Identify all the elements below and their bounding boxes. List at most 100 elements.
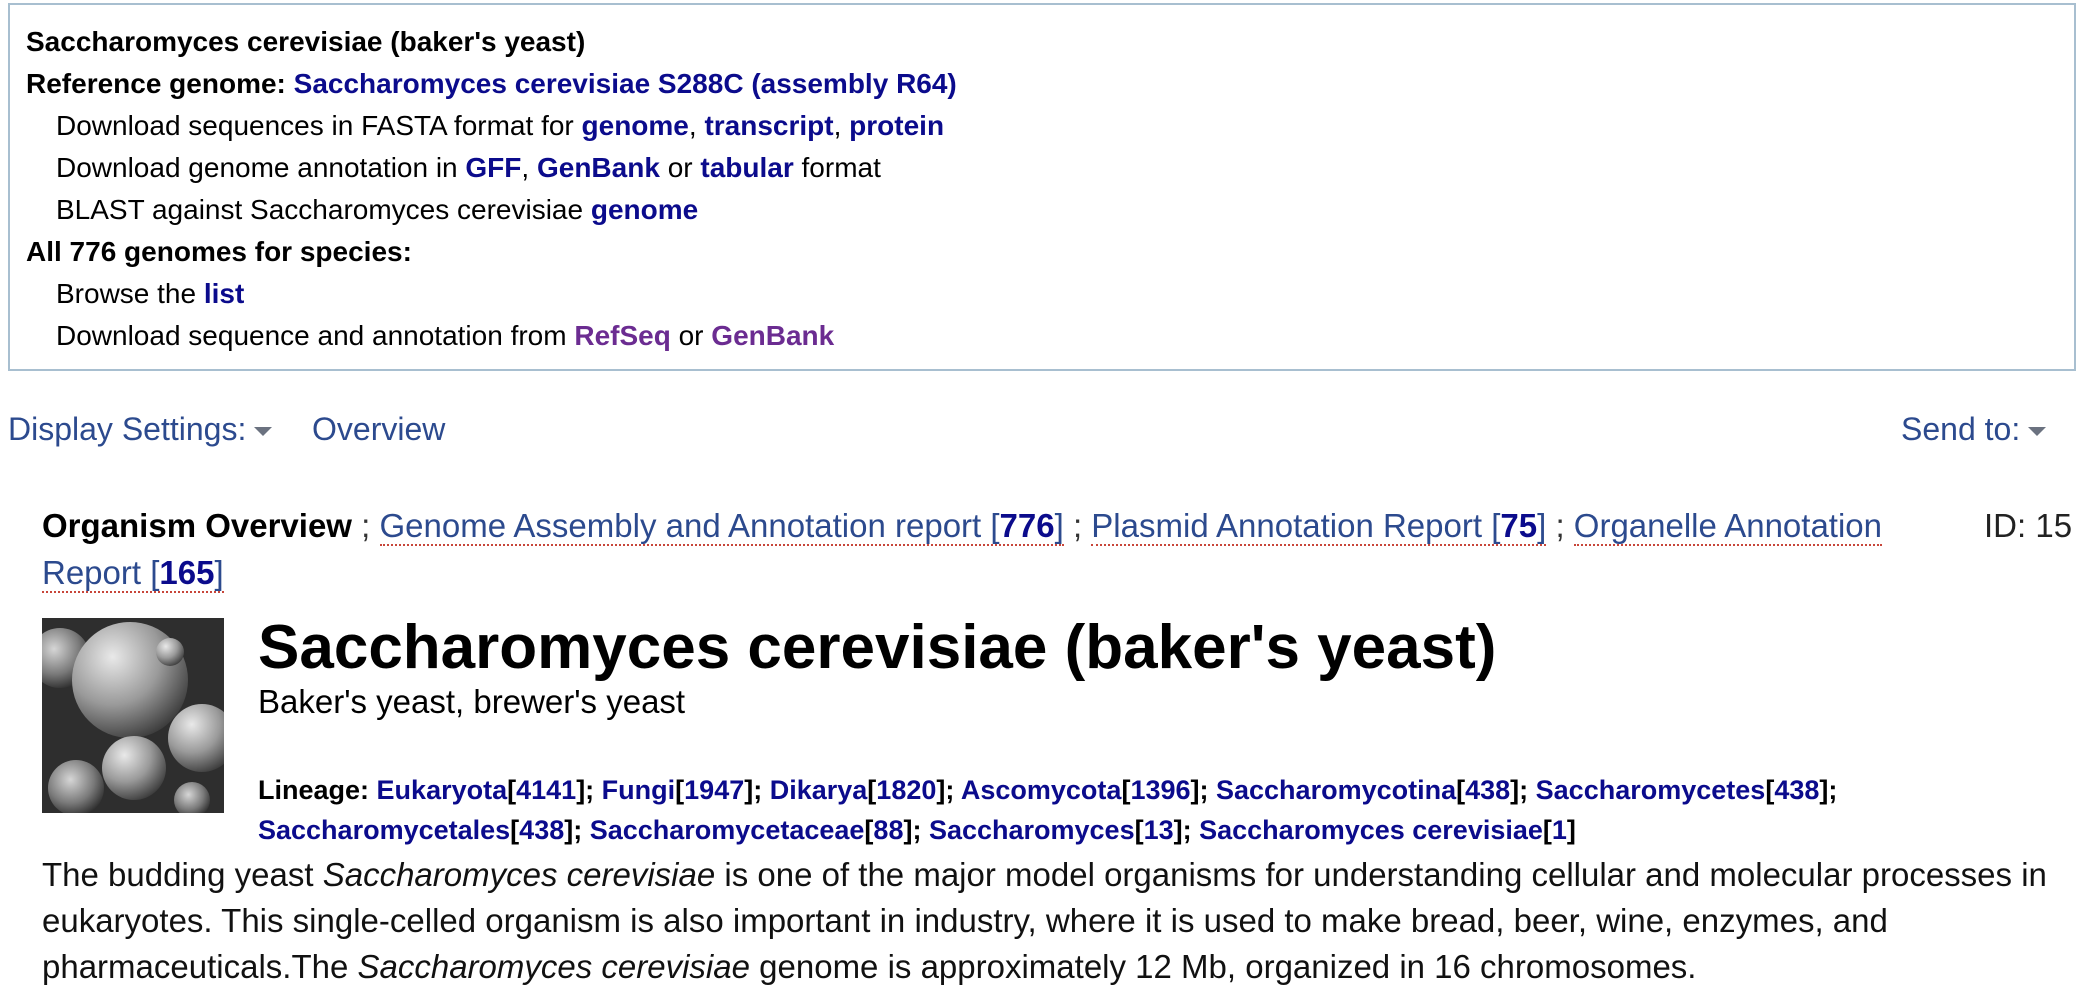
lineage-bracket: [ [1456, 775, 1466, 805]
lineage-bracket: [ [510, 815, 520, 845]
fasta-genome-link[interactable]: genome [582, 110, 689, 141]
lineage-bracket: ] [1566, 815, 1576, 845]
send-to-dropdown[interactable]: Send to: [1901, 405, 2047, 453]
tab-genome-assembly-count: 776 [999, 507, 1055, 544]
annotation-format-text: format [801, 152, 881, 183]
lineage-bracket: ]; [1819, 775, 1838, 805]
lineage-taxon-link[interactable]: Saccharomycetaceae [590, 815, 865, 845]
lineage-bracket: ]; [936, 775, 961, 805]
lineage-item: Saccharomycotina[438]; [1216, 775, 1536, 805]
browse-row: Browse the list [56, 276, 244, 312]
blast-genome-link[interactable]: genome [591, 194, 698, 225]
tab-plasmid-label: Plasmid Annotation Report [1091, 507, 1483, 544]
lineage-bracket: [ [675, 775, 685, 805]
tab-plasmid-report[interactable]: Plasmid Annotation Report [75] [1091, 507, 1547, 546]
lineage-bracket: [ [1765, 775, 1775, 805]
sequence-download-row: Download sequence and annotation from Re… [56, 318, 834, 354]
blast-row: BLAST against Saccharomyces cerevisiae g… [56, 192, 698, 228]
gff-link[interactable]: GFF [465, 152, 521, 183]
tab-plasmid-count: 75 [1500, 507, 1538, 544]
lineage-count-link[interactable]: 1 [1552, 815, 1567, 845]
blast-text: BLAST against Saccharomyces cerevisiae [56, 194, 584, 225]
lineage-taxon-link[interactable]: Saccharomycetes [1536, 775, 1766, 805]
lineage-bracket: ]; [576, 775, 602, 805]
tab-genome-assembly-report[interactable]: Genome Assembly and Annotation report [7… [379, 507, 1064, 546]
lineage-count-link[interactable]: 1396 [1130, 775, 1190, 805]
lineage-bracket: ]; [1510, 775, 1536, 805]
lineage-taxon-link[interactable]: Ascomycota [961, 775, 1122, 805]
report-separator: ; [1555, 507, 1574, 544]
tab-genome-assembly-label: Genome Assembly and Annotation report [379, 507, 982, 544]
organism-image[interactable] [42, 618, 224, 813]
reference-genome-link[interactable]: Saccharomyces cerevisiae S288C (assembly… [294, 68, 957, 99]
lineage-taxon-link[interactable]: Saccharomyces [929, 815, 1135, 845]
lineage-item: Eukaryota[4141]; [377, 775, 602, 805]
lineage-item: Saccharomycetaceae[88]; [590, 815, 929, 845]
lineage-bracket: ]; [1190, 775, 1216, 805]
organism-description: The budding yeast Saccharomyces cerevisi… [42, 852, 2072, 990]
lineage-bracket: ]; [903, 815, 929, 845]
send-to-caret-icon [2028, 427, 2047, 437]
display-settings-bar: Display Settings: Overview Send to: [8, 405, 2076, 453]
report-separator: ; [1072, 507, 1092, 544]
display-settings-caret-icon [254, 427, 273, 437]
report-separator: ; [361, 507, 380, 544]
lineage-count-link[interactable]: 1820 [876, 775, 936, 805]
summary-organism-title: Saccharomyces cerevisiae (baker's yeast) [26, 26, 586, 57]
browse-list-link[interactable]: list [204, 278, 244, 309]
lineage-item: Fungi[1947]; [602, 775, 770, 805]
genome-summary-box: Saccharomyces cerevisiae (baker's yeast)… [8, 3, 2076, 371]
lineage-count-link[interactable]: 1947 [684, 775, 744, 805]
annotation-or-text: or [667, 152, 693, 183]
tab-organelle-count: 165 [159, 554, 215, 591]
tabular-link[interactable]: tabular [700, 152, 793, 183]
genbank-annotation-link[interactable]: GenBank [537, 152, 660, 183]
reference-genome-row: Reference genome: Saccharomyces cerevisi… [26, 66, 957, 102]
refseq-link[interactable]: RefSeq [574, 320, 670, 351]
browse-text: Browse the [56, 278, 197, 309]
lineage-item: Saccharomycetes[438]; [1536, 775, 1838, 805]
fasta-transcript-link[interactable]: transcript [704, 110, 833, 141]
lineage-count-link[interactable]: 13 [1144, 815, 1174, 845]
lineage-count-link[interactable]: 88 [873, 815, 903, 845]
lineage-bracket: ]; [564, 815, 590, 845]
report-tabs: Organism Overview ; Genome Assembly and … [42, 502, 1962, 596]
genbank-download-link[interactable]: GenBank [711, 320, 834, 351]
lineage-count-link[interactable]: 438 [1465, 775, 1510, 805]
annotation-download-row: Download genome annotation in GFF, GenBa… [56, 152, 881, 183]
lineage-taxon-link[interactable]: Saccharomyces cerevisiae [1199, 815, 1543, 845]
organism-title: Saccharomyces cerevisiae (baker's yeast) [258, 613, 1497, 682]
lineage-bracket: [ [507, 775, 517, 805]
yeast-micrograph-image [42, 618, 224, 813]
description-text: The budding yeast [42, 856, 323, 893]
lineage-item: Saccharomycetales[438]; [258, 815, 590, 845]
overview-link[interactable]: Overview [312, 405, 445, 453]
lineage-taxon-link[interactable]: Eukaryota [377, 775, 508, 805]
lineage-count-link[interactable]: 4141 [516, 775, 576, 805]
lineage-count-link[interactable]: 438 [1774, 775, 1819, 805]
send-to-label: Send to: [1901, 411, 2021, 447]
all-genomes-label: All 776 genomes for species: [26, 236, 412, 267]
lineage-label: Lineage: [258, 775, 370, 805]
display-settings-label: Display Settings: [8, 411, 247, 447]
fasta-download-text: Download sequences in FASTA format for [56, 110, 574, 141]
sequence-download-text: Download sequence and annotation from [56, 320, 567, 351]
fasta-download-row: Download sequences in FASTA format for g… [56, 110, 945, 141]
lineage-bracket: ]; [1173, 815, 1200, 845]
lineage-taxon-link[interactable]: Saccharomycotina [1216, 775, 1456, 805]
lineage-taxon-link[interactable]: Fungi [602, 775, 675, 805]
lineage-item: Saccharomyces cerevisiae[1] [1199, 815, 1576, 845]
lineage-taxon-link[interactable]: Saccharomycetales [258, 815, 510, 845]
lineage-list: Eukaryota[4141]; Fungi[1947]; Dikarya[18… [258, 775, 1837, 845]
record-id: ID: 15 [1984, 507, 2073, 544]
lineage: Lineage: Eukaryota[4141]; Fungi[1947]; D… [258, 770, 2038, 850]
lineage-taxon-link[interactable]: Dikarya [770, 775, 868, 805]
lineage-item: Dikarya[1820]; [770, 775, 961, 805]
lineage-bracket: ]; [744, 775, 770, 805]
display-settings-dropdown[interactable]: Display Settings: [8, 405, 273, 453]
annotation-download-text: Download genome annotation in [56, 152, 458, 183]
reference-genome-label: Reference genome: [26, 68, 286, 99]
fasta-protein-link[interactable]: protein [849, 110, 944, 141]
lineage-count-link[interactable]: 438 [519, 815, 564, 845]
lineage-bracket: [ [1542, 815, 1552, 845]
